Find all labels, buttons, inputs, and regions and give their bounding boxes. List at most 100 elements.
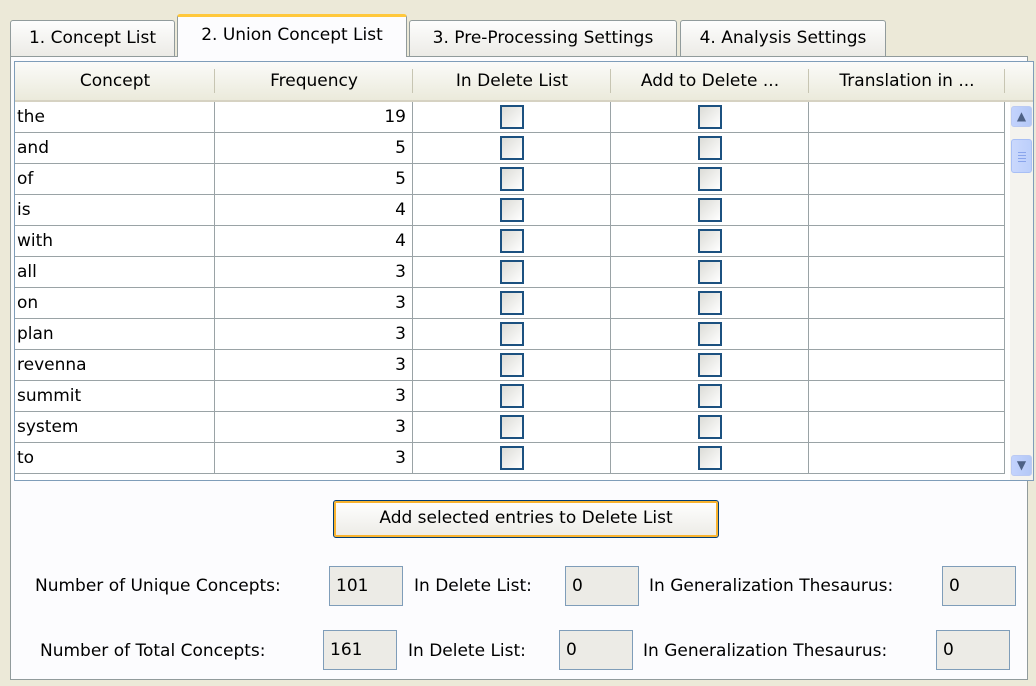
add-to-delete-checkbox[interactable] — [697, 353, 722, 377]
unique-thesaurus-field: 0 — [942, 566, 1016, 606]
frequency-cell[interactable]: 3 — [215, 381, 413, 412]
in-delete-list-checkbox[interactable] — [499, 415, 524, 439]
frequency-cell[interactable]: 5 — [215, 164, 413, 195]
in-delete-list-checkbox[interactable] — [499, 229, 524, 253]
total-concepts-field: 161 — [323, 630, 397, 670]
add-to-delete-cell — [611, 226, 809, 257]
concept-cell[interactable]: summit — [15, 381, 215, 412]
total-in-delete-list-label: In Delete List: — [408, 641, 526, 661]
in-delete-list-checkbox[interactable] — [499, 105, 524, 129]
tab-concept-list[interactable]: 1. Concept List — [10, 20, 175, 56]
column-header-add-to-delete[interactable]: Add to Delete ... — [611, 62, 809, 100]
unique-concepts-label: Number of Unique Concepts: — [35, 576, 281, 596]
translation-cell[interactable] — [809, 319, 1005, 350]
concept-cell[interactable]: plan — [15, 319, 215, 350]
add-to-delete-cell — [611, 350, 809, 381]
translation-cell[interactable] — [809, 195, 1005, 226]
add-to-delete-checkbox[interactable] — [697, 446, 722, 470]
add-to-delete-checkbox[interactable] — [697, 136, 722, 160]
in-delete-list-checkbox[interactable] — [499, 353, 524, 377]
concept-cell[interactable]: with — [15, 226, 215, 257]
in-delete-list-checkbox[interactable] — [499, 136, 524, 160]
concept-cell[interactable]: is — [15, 195, 215, 226]
in-delete-list-cell — [413, 195, 611, 226]
add-to-delete-list-button[interactable]: Add selected entries to Delete List — [333, 500, 719, 538]
in-delete-list-checkbox[interactable] — [499, 198, 524, 222]
frequency-cell[interactable]: 3 — [215, 350, 413, 381]
in-delete-list-cell — [413, 102, 611, 133]
translation-cell[interactable] — [809, 443, 1005, 474]
frequency-cell[interactable]: 3 — [215, 412, 413, 443]
add-to-delete-checkbox[interactable] — [697, 322, 722, 346]
add-to-delete-cell — [611, 381, 809, 412]
in-delete-list-cell — [413, 381, 611, 412]
add-to-delete-checkbox[interactable] — [697, 384, 722, 408]
vertical-scrollbar[interactable]: ▲ ▼ — [1010, 102, 1033, 480]
frequency-cell[interactable]: 3 — [215, 319, 413, 350]
in-delete-list-cell — [413, 257, 611, 288]
chevron-up-icon[interactable]: ▲ — [1011, 106, 1032, 127]
translation-cell[interactable] — [809, 381, 1005, 412]
translation-cell[interactable] — [809, 102, 1005, 133]
translation-cell[interactable] — [809, 133, 1005, 164]
unique-concepts-field: 101 — [329, 566, 403, 606]
concept-cell[interactable]: to — [15, 443, 215, 474]
add-to-delete-checkbox[interactable] — [697, 291, 722, 315]
in-delete-list-checkbox[interactable] — [499, 446, 524, 470]
in-delete-list-cell — [413, 443, 611, 474]
translation-cell[interactable] — [809, 164, 1005, 195]
translation-cell[interactable] — [809, 288, 1005, 319]
concept-table: Concept Frequency In Delete List Add to … — [14, 61, 1034, 481]
union-concept-panel: Concept Frequency In Delete List Add to … — [10, 56, 1034, 680]
in-delete-list-cell — [413, 319, 611, 350]
in-delete-list-checkbox[interactable] — [499, 260, 524, 284]
translation-cell[interactable] — [809, 257, 1005, 288]
frequency-cell[interactable]: 19 — [215, 102, 413, 133]
concept-cell[interactable]: of — [15, 164, 215, 195]
total-in-delete-list-field: 0 — [559, 630, 633, 670]
concept-cell[interactable]: and — [15, 133, 215, 164]
add-to-delete-checkbox[interactable] — [697, 198, 722, 222]
add-to-delete-checkbox[interactable] — [697, 167, 722, 191]
column-header-translation[interactable]: Translation in ... — [809, 62, 1005, 100]
add-to-delete-checkbox[interactable] — [697, 415, 722, 439]
tab-pre-processing-settings[interactable]: 3. Pre-Processing Settings — [409, 20, 677, 56]
translation-cell[interactable] — [809, 412, 1005, 443]
column-header-frequency[interactable]: Frequency — [215, 62, 413, 100]
in-delete-list-checkbox[interactable] — [499, 291, 524, 315]
in-delete-list-checkbox[interactable] — [499, 322, 524, 346]
unique-in-delete-list-label: In Delete List: — [414, 576, 532, 596]
in-delete-list-cell — [413, 288, 611, 319]
translation-cell[interactable] — [809, 226, 1005, 257]
scrollbar-thumb[interactable] — [1011, 139, 1032, 173]
concept-cell[interactable]: revenna — [15, 350, 215, 381]
in-delete-list-cell — [413, 350, 611, 381]
add-to-delete-cell — [611, 164, 809, 195]
column-header-concept[interactable]: Concept — [15, 62, 215, 100]
frequency-cell[interactable]: 4 — [215, 195, 413, 226]
add-to-delete-checkbox[interactable] — [697, 105, 722, 129]
add-to-delete-cell — [611, 133, 809, 164]
frequency-cell[interactable]: 5 — [215, 133, 413, 164]
tab-analysis-settings[interactable]: 4. Analysis Settings — [680, 20, 886, 56]
add-to-delete-checkbox[interactable] — [697, 260, 722, 284]
frequency-cell[interactable]: 3 — [215, 257, 413, 288]
frequency-cell[interactable]: 3 — [215, 288, 413, 319]
add-to-delete-cell — [611, 257, 809, 288]
concept-cell[interactable]: system — [15, 412, 215, 443]
concept-cell[interactable]: all — [15, 257, 215, 288]
concept-cell[interactable]: the — [15, 102, 215, 133]
chevron-down-icon[interactable]: ▼ — [1011, 455, 1032, 476]
in-delete-list-checkbox[interactable] — [499, 167, 524, 191]
frequency-cell[interactable]: 4 — [215, 226, 413, 257]
column-header-in-delete-list[interactable]: In Delete List — [413, 62, 611, 100]
concept-cell[interactable]: on — [15, 288, 215, 319]
add-to-delete-cell — [611, 319, 809, 350]
tab-union-concept-list[interactable]: 2. Union Concept List — [177, 14, 407, 57]
frequency-cell[interactable]: 3 — [215, 443, 413, 474]
translation-cell[interactable] — [809, 350, 1005, 381]
add-to-delete-checkbox[interactable] — [697, 229, 722, 253]
in-delete-list-checkbox[interactable] — [499, 384, 524, 408]
unique-thesaurus-label: In Generalization Thesaurus: — [649, 576, 894, 596]
add-to-delete-cell — [611, 288, 809, 319]
